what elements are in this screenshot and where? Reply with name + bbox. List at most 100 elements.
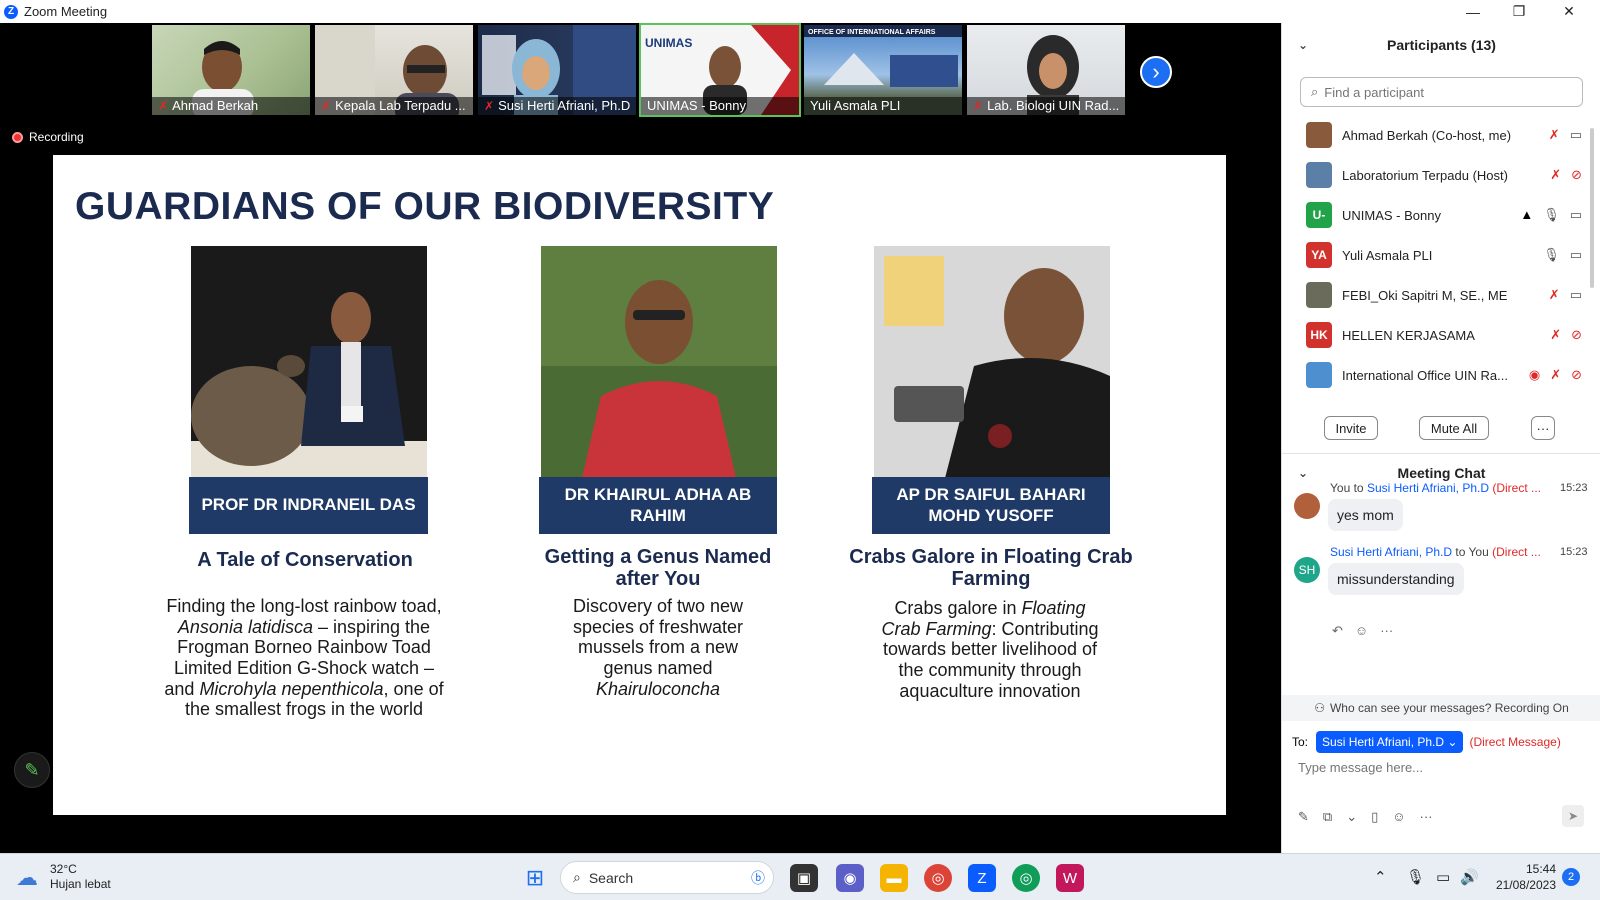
chevron-up-icon[interactable]: ⌃ [1374,868,1387,886]
text-segment: Discovery of two new [572,596,744,616]
chat-message-bubble[interactable]: missunderstanding [1328,563,1464,595]
participant-status-icons: ✗ ⊘ [1550,167,1582,183]
tile-name: Susi Herti Afriani, Ph.D [498,98,631,113]
video-tile[interactable]: ✗ Kepala Lab Terpadu ... [315,25,473,115]
file-icon[interactable]: ▯ [1371,809,1378,825]
windows-start-icon[interactable]: ⊞ [521,864,549,892]
format-text-icon[interactable]: ✎ [1298,809,1309,825]
weather-widget[interactable]: ☁ 32°C Hujan lebat [16,862,111,892]
video-strip: ✗ Ahmad Berkah ✗ Kepala Lab Terpadu ... ✗ S… [0,23,1281,118]
chevron-down-icon[interactable]: ⌄ [1346,809,1357,825]
chat-from[interactable]: You [1330,481,1350,495]
text-segment: , one of [383,678,444,699]
participant-row[interactable]: Ahmad Berkah (Co-host, me) ✗ ▭ [1282,115,1588,155]
video-tile[interactable]: OFFICE OF INTERNATIONAL AFFAIRS Yuli Asm… [804,25,962,115]
message-actions: ↶ ☺ ··· [1332,623,1393,639]
participant-row[interactable]: International Office UIN Ra... ◉ ✗ ⊘ [1282,355,1588,395]
more-options-button[interactable]: ··· [1531,416,1555,440]
chat-to[interactable]: You [1469,545,1489,559]
video-tile[interactable]: ✗ Susi Herti Afriani, Ph.D [478,25,636,115]
annotate-pencil-icon[interactable]: ✎ [14,752,50,788]
recipient-name: Susi Herti Afriani, Ph.D [1322,735,1445,749]
participant-row[interactable]: U- UNIMAS - Bonny ▲ 🎙 ▭ [1282,195,1588,235]
network-icon[interactable]: ▭ [1436,868,1450,886]
more-icon[interactable]: ··· [1420,809,1433,825]
chat-message-input[interactable] [1298,760,1588,775]
collapse-chevron-icon[interactable]: ⌄ [1298,466,1308,480]
chat-from[interactable]: Susi Herti Afriani, Ph.D [1330,545,1452,559]
shared-slide: GUARDIANS OF OUR BIODIVERSITY PROF DR IN… [53,155,1226,815]
more-actions-icon[interactable]: ··· [1380,623,1393,639]
task-view-icon[interactable]: ▣ [790,864,818,892]
recipient-dropdown[interactable]: Susi Herti Afriani, Ph.D ⌄ [1316,731,1464,753]
body-genus: Discovery of two new species of freshwate… [513,596,803,699]
avatar [1306,282,1332,308]
body-line: Ansonia latidisca – inspiring the [137,617,471,638]
participant-scrollbar[interactable] [1590,128,1594,288]
volume-icon[interactable]: 🔊 [1460,868,1479,886]
send-icon[interactable]: ➤ [1562,805,1584,827]
next-page-button[interactable]: › [1140,56,1172,88]
visibility-notice[interactable]: ⚇ Who can see your messages? Recording O… [1282,695,1600,721]
chat-to[interactable]: Susi Herti Afriani, Ph.D [1367,481,1489,495]
chat-message-bubble[interactable]: yes mom [1328,499,1403,531]
bing-icon: ⓑ [751,869,765,886]
maximize-button[interactable]: ❐ [1496,0,1542,23]
weather-desc: Hujan lebat [50,877,111,891]
participant-status-icons: ✗ ▭ [1549,127,1582,143]
add-reaction-icon[interactable]: ☺ [1355,623,1368,639]
mic-muted-icon: ✗ [1548,287,1560,302]
text-segment: Frogman Borneo Rainbow Toad [177,637,431,658]
participant-name: HELLEN KERJASAMA [1342,327,1475,343]
participant-search-input[interactable] [1324,84,1565,100]
invite-button[interactable]: Invite [1324,416,1378,440]
to-label: To: [1292,735,1309,749]
video-tile[interactable]: ✗ Lab. Biologi UIN Rad... [967,25,1125,115]
wps-office-icon[interactable]: W [1056,864,1084,892]
participant-row[interactable]: YA Yuli Asmala PLI 🎙 ▭ [1282,235,1588,275]
recording-label: Recording [29,130,84,144]
emoji-icon[interactable]: ☺ [1392,809,1405,825]
body-line: and Microhyla nepenthicola, one of [137,679,471,700]
microphone-icon: 🎙 [1543,207,1560,222]
avatar: HK [1306,322,1332,348]
body-line: mussels from a new [513,637,803,658]
chrome-profile-icon[interactable]: ◎ [1012,864,1040,892]
file-explorer-icon[interactable]: ▬ [880,864,908,892]
participant-row[interactable]: FEBI_Oki Sapitri M, SE., ME ✗ ▭ [1282,275,1588,315]
microphone-icon[interactable]: 🎙 [1406,868,1425,886]
composer-toolbar: ✎ ⧉ ⌄ ▯ ☺ ··· [1298,809,1433,825]
participants-header: ⌄ Participants (13) [1282,23,1600,67]
video-tile[interactable]: ✗ Ahmad Berkah [152,25,310,115]
body-line: species of freshwater [513,617,803,638]
participant-name: UNIMAS - Bonny [1342,207,1441,223]
reply-icon[interactable]: ↶ [1332,623,1343,639]
chrome-icon[interactable]: ◎ [924,864,952,892]
chat-timestamp: 15:23 [1560,482,1588,494]
clock[interactable]: 15:44 21/08/2023 [1486,861,1556,893]
rain-cloud-icon: ☁ [16,865,38,890]
body-line: Frogman Borneo Rainbow Toad [137,637,471,658]
heading-crab-farming: Crabs Galore in Floating Crab Farming [849,546,1133,590]
nameplate-khairul-adha: DR KHAIRUL ADHA AB RAHIM [539,477,777,534]
text-segment: Limited Edition G-Shock watch – [173,658,435,679]
participant-row[interactable]: HK HELLEN KERJASAMA ✗ ⊘ [1282,315,1588,355]
photo-indraneil-das [191,246,427,482]
taskbar-search[interactable]: ⌕ Search ⓑ [560,861,774,894]
screenshot-icon[interactable]: ⧉ [1323,809,1332,825]
body-line: Crab Farming: Contributing [835,619,1145,640]
notification-badge[interactable]: 2 [1562,868,1580,886]
close-button[interactable]: ✕ [1546,0,1592,23]
mic-muted-icon: ✗ [321,99,332,113]
collapse-chevron-icon[interactable]: ⌄ [1298,38,1308,52]
participant-list: Ahmad Berkah (Co-host, me) ✗ ▭ Laboratorium… [1282,115,1588,400]
zoom-app-icon[interactable]: Z [968,864,996,892]
video-tile-active[interactable]: UNIMAS UNIMAS - Bonny [639,23,801,117]
minimize-button[interactable]: — [1450,0,1496,23]
participant-status-icons: ◉ ✗ ⊘ [1529,367,1582,383]
participant-row[interactable]: Laboratorium Terpadu (Host) ✗ ⊘ [1282,155,1588,195]
teams-chat-icon[interactable]: ◉ [836,864,864,892]
mute-all-button[interactable]: Mute All [1419,416,1489,440]
text-segment: and [164,678,200,699]
avatar: U- [1306,202,1332,228]
